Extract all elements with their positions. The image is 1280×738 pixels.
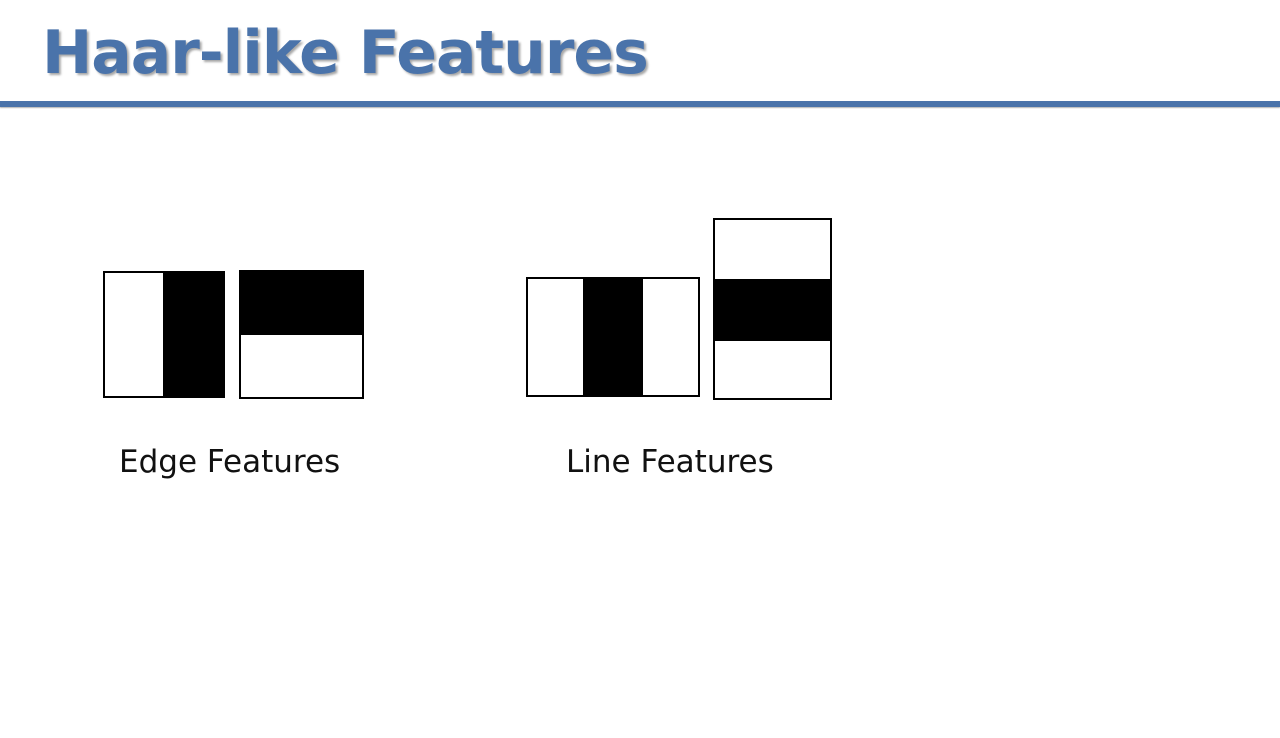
dark-region — [241, 272, 362, 335]
edge-features-caption: Edge Features — [119, 444, 341, 480]
dark-region — [715, 279, 830, 341]
title-underline — [0, 101, 1280, 107]
line-feature-horizontal — [713, 218, 832, 400]
dark-region — [163, 273, 223, 396]
line-features-caption: Line Features — [566, 444, 774, 480]
edge-feature-vertical — [103, 271, 225, 398]
line-feature-vertical — [526, 277, 700, 397]
edge-feature-horizontal — [239, 270, 364, 399]
slide-title: Haar-like Features — [42, 18, 649, 88]
dark-region — [583, 279, 643, 395]
